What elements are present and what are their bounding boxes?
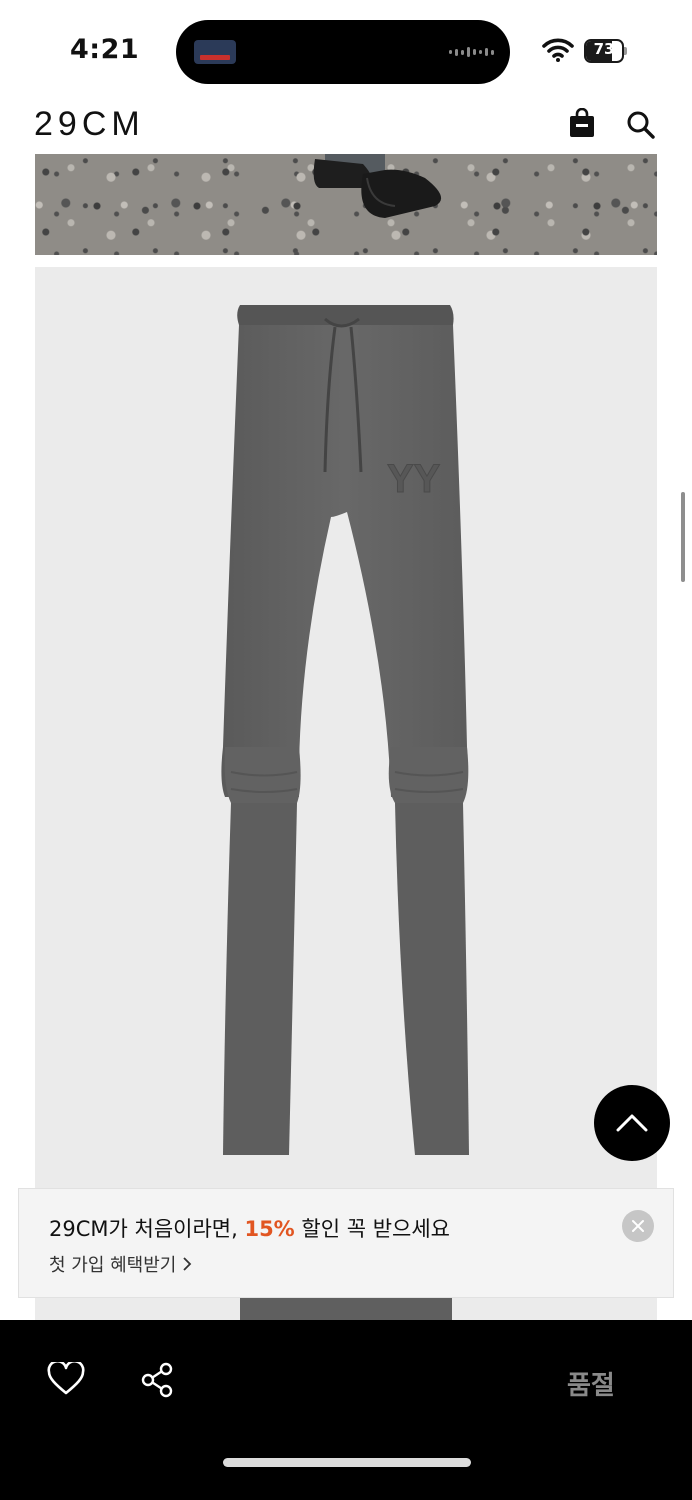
audio-wave-icon <box>449 46 494 58</box>
status-bar: 4:21 73 <box>0 0 692 100</box>
signup-promo-banner[interactable]: 29CM가 처음이라면, 15% 할인 꼭 받으세요 첫 가입 혜택받기 <box>18 1188 674 1298</box>
pants-image: YY <box>221 305 469 1320</box>
status-time: 4:21 <box>70 34 140 65</box>
home-indicator[interactable] <box>223 1458 471 1467</box>
signup-benefit-link[interactable]: 첫 가입 혜택받기 <box>49 1251 192 1277</box>
shopping-bag-icon[interactable] <box>568 108 596 138</box>
heart-icon[interactable] <box>47 1362 85 1396</box>
product-image-panel: YY <box>35 267 657 1320</box>
lifestyle-photo <box>35 154 657 255</box>
sold-out-label: 품절 <box>567 1371 615 1401</box>
chevron-right-icon <box>183 1257 192 1271</box>
promo-title-prefix: 29CM가 처음이라면, <box>49 1217 245 1241</box>
close-icon <box>632 1220 644 1232</box>
wifi-icon <box>542 38 574 62</box>
app-header: 29CM <box>0 100 692 154</box>
battery-indicator: 73 <box>584 39 628 63</box>
battery-percent: 73 <box>593 40 615 58</box>
promo-title: 29CM가 처음이라면, 15% 할인 꼭 받으세요 <box>49 1213 450 1243</box>
product-detail-content[interactable]: YY <box>0 154 692 1320</box>
promo-close-button[interactable] <box>622 1210 654 1242</box>
battery-cap <box>624 47 627 55</box>
svg-text:YY: YY <box>387 457 441 501</box>
promo-title-suffix: 할인 꼭 받으세요 <box>294 1217 450 1241</box>
dynamic-island <box>176 20 510 84</box>
shoes-image <box>313 154 442 218</box>
search-icon[interactable] <box>626 110 656 140</box>
promo-discount: 15% <box>244 1217 295 1241</box>
promo-link-label: 첫 가입 혜택받기 <box>49 1255 177 1276</box>
logo[interactable]: 29CM <box>34 105 145 144</box>
now-playing-thumbnail <box>194 40 236 64</box>
scroll-to-top-button[interactable] <box>594 1085 670 1161</box>
page-scroll-indicator <box>681 492 685 582</box>
bottom-action-bar: 품절 <box>0 1320 692 1500</box>
chevron-up-icon <box>616 1114 648 1132</box>
share-icon[interactable] <box>139 1362 175 1398</box>
